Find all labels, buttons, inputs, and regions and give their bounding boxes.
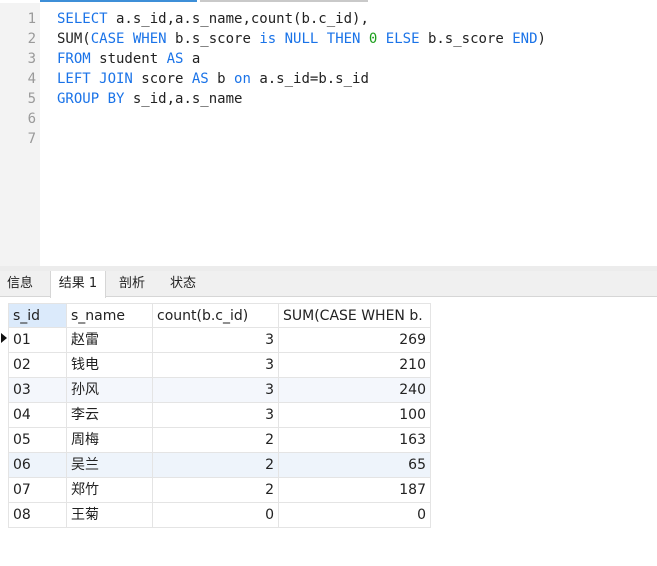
table-cell[interactable]: 08 xyxy=(8,503,67,528)
sql-text: student xyxy=(90,51,167,67)
sql-text: score xyxy=(132,71,192,87)
code-line[interactable]: FROM student AS a xyxy=(57,49,200,69)
sql-text: b.s_score xyxy=(419,31,513,47)
table-cell[interactable]: 163 xyxy=(279,428,431,453)
sql-keyword: is NULL xyxy=(259,31,319,47)
table-cell[interactable]: 赵雷 xyxy=(67,328,153,353)
line-number: 1 xyxy=(27,11,36,27)
sql-keyword: FROM xyxy=(57,51,91,67)
sql-keyword: on xyxy=(234,71,251,87)
sql-keyword: END xyxy=(512,31,538,47)
editor-tab-strip-inactive[interactable] xyxy=(200,0,368,2)
table-cell[interactable]: 3 xyxy=(153,353,279,378)
sql-keyword: SELECT xyxy=(57,11,108,27)
table-cell[interactable]: 05 xyxy=(8,428,67,453)
sql-text: ) xyxy=(537,31,546,47)
line-number: 2 xyxy=(27,31,36,47)
table-row[interactable]: 03 孙风 3 240 xyxy=(0,378,431,403)
line-number: 5 xyxy=(27,91,36,107)
table-cell[interactable]: 65 xyxy=(279,453,431,478)
result-tab-bar: 信息 结果 1 剖析 状态 xyxy=(0,271,657,298)
column-header[interactable]: SUM(CASE WHEN b. xyxy=(279,303,431,328)
column-header[interactable]: s_name xyxy=(67,303,153,328)
sql-keyword: AS xyxy=(166,51,184,67)
table-row[interactable]: 04 李云 3 100 xyxy=(0,403,431,428)
sql-editor[interactable]: 1 2 3 4 5 6 7 SELECT a.s_id,a.s_name,count(b.c… xyxy=(0,3,657,266)
column-header[interactable]: count(b.c_id) xyxy=(153,303,279,328)
table-cell[interactable]: 03 xyxy=(8,378,67,403)
sql-text: b.s_score xyxy=(166,31,260,47)
table-cell[interactable]: 01 xyxy=(8,328,67,353)
code-line[interactable]: SUM(CASE WHEN b.s_score is NULL THEN 0 E… xyxy=(57,29,546,49)
table-cell[interactable]: 210 xyxy=(279,353,431,378)
code-line[interactable]: LEFT JOIN score AS b on a.s_id=b.s_id xyxy=(57,69,369,89)
table-row[interactable]: 02 钱电 3 210 xyxy=(0,353,431,378)
sql-text: SUM( xyxy=(57,31,91,47)
table-cell[interactable]: 2 xyxy=(153,428,279,453)
table-row[interactable]: 01 赵雷 3 269 xyxy=(0,328,431,353)
table-cell[interactable]: 187 xyxy=(279,478,431,503)
table-cell[interactable]: 0 xyxy=(279,503,431,528)
result-tab[interactable]: 结果 1 xyxy=(50,271,106,298)
table-cell[interactable]: 269 xyxy=(279,328,431,353)
sql-keyword: ELSE xyxy=(385,31,420,47)
table-cell[interactable]: 3 xyxy=(153,328,279,353)
code-line[interactable]: GROUP BY s_id,a.s_name xyxy=(57,89,242,109)
sql-text: a xyxy=(183,51,201,67)
sql-keyword: AS xyxy=(191,71,209,87)
table-cell[interactable]: 3 xyxy=(153,378,279,403)
line-number: 4 xyxy=(27,71,36,87)
table-row[interactable]: 07 郑竹 2 187 xyxy=(0,478,431,503)
table-cell[interactable]: 06 xyxy=(8,453,67,478)
result-tab[interactable]: 信息 xyxy=(0,271,40,297)
column-header[interactable]: s_id xyxy=(8,303,67,328)
editor-tab-strip[interactable] xyxy=(40,0,197,2)
line-number: 7 xyxy=(27,131,36,147)
sql-keyword: LEFT JOIN xyxy=(57,71,133,87)
sql-text: s_id,a.s_name xyxy=(124,91,243,107)
table-cell[interactable]: 钱电 xyxy=(67,353,153,378)
sql-keyword: CASE xyxy=(90,31,125,47)
table-cell[interactable]: 04 xyxy=(8,403,67,428)
sql-keyword: WHEN xyxy=(132,31,167,47)
result-tab[interactable]: 状态 xyxy=(158,271,208,297)
result-tab[interactable]: 剖析 xyxy=(108,271,156,297)
table-row[interactable]: 06 吴兰 2 65 xyxy=(0,453,431,478)
line-number-gutter: 1 2 3 4 5 6 7 xyxy=(0,3,40,266)
table-cell[interactable]: 周梅 xyxy=(67,428,153,453)
line-number: 6 xyxy=(27,111,36,127)
sql-keyword: THEN xyxy=(326,31,361,47)
code-line[interactable]: SELECT a.s_id,a.s_name,count(b.c_id), xyxy=(57,9,369,29)
table-cell[interactable]: 100 xyxy=(279,403,431,428)
sql-text: a.s_id,a.s_name,count(b.c_id), xyxy=(107,11,369,27)
table-row[interactable]: 08 王菊 0 0 xyxy=(0,503,431,528)
table-cell[interactable]: 0 xyxy=(153,503,279,528)
table-cell[interactable]: 郑竹 xyxy=(67,478,153,503)
table-cell[interactable]: 2 xyxy=(153,453,279,478)
table-row[interactable]: 05 周梅 2 163 xyxy=(0,428,431,453)
grid-header-row: s_id s_name count(b.c_id) SUM(CASE WHEN b. xyxy=(0,303,431,328)
table-cell[interactable]: 07 xyxy=(8,478,67,503)
sql-text: b xyxy=(208,71,235,87)
line-number: 3 xyxy=(27,51,36,67)
table-cell[interactable]: 王菊 xyxy=(67,503,153,528)
table-cell[interactable]: 孙风 xyxy=(67,378,153,403)
table-cell[interactable]: 3 xyxy=(153,403,279,428)
table-cell[interactable]: 240 xyxy=(279,378,431,403)
sql-text: a.s_id=b.s_id xyxy=(250,71,369,87)
table-cell[interactable]: 02 xyxy=(8,353,67,378)
table-cell[interactable]: 吴兰 xyxy=(67,453,153,478)
sql-keyword: GROUP BY xyxy=(57,91,125,107)
table-cell[interactable]: 2 xyxy=(153,478,279,503)
table-cell[interactable]: 李云 xyxy=(67,403,153,428)
current-row-pointer-icon xyxy=(1,333,7,343)
